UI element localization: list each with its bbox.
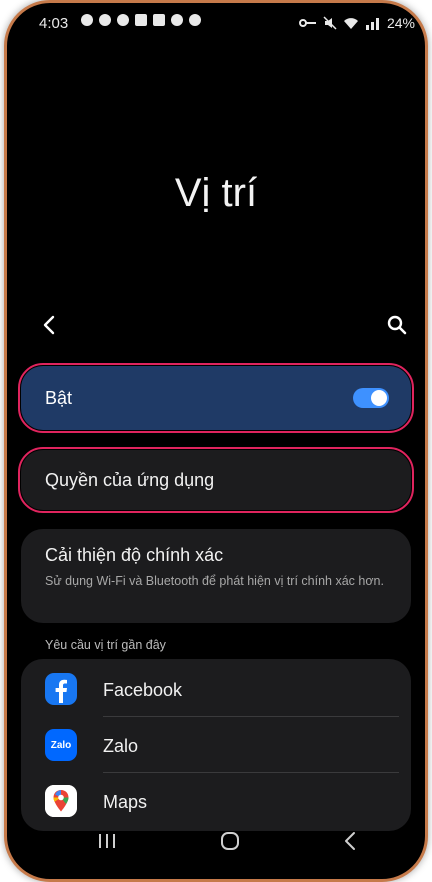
recent-apps-icon[interactable] — [97, 831, 117, 851]
messenger-notification-icon-3 — [171, 14, 183, 26]
messenger-notification-icon-2 — [99, 14, 111, 26]
wifi-icon — [343, 18, 358, 29]
app-name: Maps — [103, 792, 148, 812]
app-permissions-label: Quyền của ứng dụng — [45, 470, 215, 490]
email-notification-icon — [135, 14, 147, 26]
back-arrow-icon[interactable] — [39, 313, 59, 337]
improve-accuracy-title: Cải thiện độ chính xác — [45, 545, 224, 565]
location-toggle-label: Bật — [45, 388, 73, 408]
facebook-icon — [45, 673, 77, 705]
toolbar — [7, 303, 425, 347]
recent-requests-list: Facebook Zalo Zalo Maps — [21, 659, 411, 831]
switch-knob — [371, 390, 387, 406]
notification-icons — [81, 14, 201, 26]
zalo-icon-text: Zalo — [50, 739, 72, 751]
improve-accuracy-description: Sử dụng Wi-Fi và Bluetooth để phát hiện … — [45, 574, 384, 588]
phone-screen: 4:03 24% Vị trí Bật Quyền của ứng dụng C… — [4, 0, 428, 882]
zalo-icon: Zalo — [45, 729, 77, 761]
messenger-notification-icon — [81, 14, 93, 26]
navigation-bar — [7, 817, 425, 865]
google-maps-icon — [45, 785, 77, 817]
location-switch[interactable] — [353, 388, 389, 408]
status-right: 24% — [298, 15, 415, 31]
mute-icon — [323, 16, 337, 30]
location-toggle-row[interactable]: Bật — [18, 363, 414, 433]
key-icon — [298, 19, 316, 27]
list-item-facebook[interactable]: Facebook — [21, 661, 411, 717]
battery-percent: 24% — [386, 15, 415, 31]
page-title: Vị trí — [174, 171, 258, 215]
gallery-notification-icon — [153, 14, 165, 26]
improve-accuracy-row[interactable]: Cải thiện độ chính xác Sử dụng Wi-Fi và … — [21, 529, 411, 623]
back-nav-icon[interactable] — [342, 830, 358, 852]
list-item-zalo[interactable]: Zalo Zalo — [21, 717, 411, 773]
app-notification-icon — [117, 14, 129, 26]
app-name: Zalo — [103, 736, 139, 756]
app-permissions-row[interactable]: Quyền của ứng dụng — [18, 447, 414, 513]
alert-notification-icon — [189, 14, 201, 26]
search-icon[interactable] — [385, 313, 409, 337]
status-bar: 4:03 24% — [7, 3, 425, 47]
status-time: 4:03 — [39, 15, 69, 32]
app-name: Facebook — [103, 680, 183, 700]
recent-requests-header: Yêu cầu vị trí gần đây — [45, 638, 166, 652]
signal-icon — [365, 18, 379, 30]
home-icon[interactable] — [219, 830, 241, 852]
